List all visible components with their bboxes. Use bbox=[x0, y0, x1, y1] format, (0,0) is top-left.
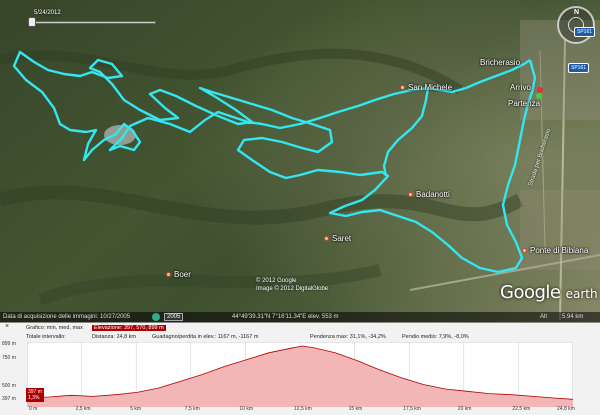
imagery-year-button[interactable]: 2005 bbox=[164, 313, 184, 321]
eye-altitude: 5.94 km bbox=[562, 314, 584, 320]
place-dot-icon bbox=[408, 192, 413, 197]
place-marker[interactable]: Badanotti bbox=[408, 190, 450, 199]
y-tick-label: 899 m bbox=[2, 341, 16, 347]
place-marker[interactable]: Saret bbox=[324, 234, 351, 243]
elevation-chart[interactable] bbox=[27, 342, 573, 407]
place-label: Badanotti bbox=[416, 190, 450, 199]
status-bar: Data di acquisizione delle immagini: 10/… bbox=[0, 312, 600, 322]
place-label: Bricherasio bbox=[480, 58, 521, 67]
historical-imagery-icon[interactable] bbox=[152, 313, 160, 321]
gain-loss-stat: Guadagno/perdita in elev.: 1167 m, -1167… bbox=[152, 334, 259, 340]
logo-google: Google bbox=[500, 282, 561, 303]
place-marker[interactable]: Arrivo bbox=[510, 83, 531, 92]
road-shield: SP161 bbox=[568, 63, 590, 73]
x-tick-label: 5 km bbox=[130, 406, 142, 412]
place-label: Saret bbox=[332, 234, 352, 243]
range-stats-row: Totale intervallo: Distanza: 24,8 km Gua… bbox=[0, 333, 600, 341]
logo-earth: earth bbox=[565, 287, 598, 301]
y-tick-label: 500 m bbox=[2, 383, 16, 389]
x-tick-label: 15 km bbox=[348, 406, 363, 412]
cursor-readout: 397 m 1,3% bbox=[26, 388, 44, 402]
time-slider-date: 5/24/2012 bbox=[34, 10, 61, 16]
cursor-coordinates: 44°49'39.31"N 7°16'11.34"E elev. 553 m bbox=[232, 314, 339, 320]
imagery-date: Data di acquisizione delle immagini: 10/… bbox=[3, 314, 131, 320]
y-tick-label: 750 m bbox=[2, 355, 16, 361]
distance-stat: Distanza: 24,8 km bbox=[92, 334, 137, 340]
place-dot-icon bbox=[324, 236, 329, 241]
place-marker[interactable]: Partenza bbox=[508, 99, 540, 108]
cursor-slope: 1,3% bbox=[28, 395, 40, 401]
place-marker[interactable]: San Michele bbox=[400, 83, 452, 92]
copyright-line: Image © 2012 DigitalGlobe bbox=[256, 286, 329, 292]
north-icon[interactable]: N bbox=[574, 9, 579, 16]
compass-control[interactable]: N bbox=[557, 6, 595, 44]
time-slider-thumb[interactable] bbox=[28, 17, 36, 27]
x-tick-label: 17,5 km bbox=[403, 406, 421, 412]
place-label: Ponte di Bibiana bbox=[530, 246, 589, 255]
x-tick-label: 7,5 km bbox=[184, 406, 200, 412]
place-marker[interactable]: Bricherasio bbox=[480, 58, 520, 67]
google-earth-logo: Google earth bbox=[500, 282, 598, 303]
end-marker-icon[interactable] bbox=[537, 87, 543, 93]
graph-mode-label: Grafico: min, med, max bbox=[26, 325, 83, 331]
total-interval-label: Totale intervallo: bbox=[26, 334, 66, 340]
x-tick-label: 24,8 km bbox=[557, 406, 575, 412]
alt-label: Alt bbox=[540, 314, 548, 320]
place-label: Arrivo bbox=[510, 83, 531, 92]
map-view[interactable]: 5/24/2012 N SP161 SP161 Bricherasio Arri… bbox=[0, 0, 600, 322]
place-label: Partenza bbox=[508, 99, 541, 108]
x-tick-label: 0 m bbox=[29, 406, 38, 412]
place-dot-icon bbox=[400, 85, 405, 90]
place-dot-icon bbox=[522, 248, 527, 253]
place-label: Boer bbox=[174, 270, 191, 279]
place-label: San Michele bbox=[408, 83, 453, 92]
time-slider-track[interactable] bbox=[32, 21, 156, 24]
x-tick-label: 20 km bbox=[457, 406, 472, 412]
copyright: © 2012 Google Image © 2012 DigitalGlobe bbox=[256, 277, 328, 293]
place-dot-icon bbox=[166, 272, 171, 277]
time-slider[interactable]: 5/24/2012 bbox=[22, 10, 158, 27]
gps-track[interactable] bbox=[0, 0, 600, 322]
place-marker[interactable]: Ponte di Bibiana bbox=[522, 246, 588, 255]
slope-avg-stat: Pendio medio: 7,9%, -8,0% bbox=[402, 334, 469, 340]
slope-max-stat: Pendenza max: 31,1%, -34,2% bbox=[310, 334, 386, 340]
x-tick-label: 22,5 km bbox=[512, 406, 531, 412]
x-tick-label: 2,5 km bbox=[75, 406, 91, 412]
y-tick-label: 397 m bbox=[2, 396, 16, 402]
x-tick-label: 10 km bbox=[239, 406, 254, 412]
elevation-stats-row: Grafico: min, med, max Elevazione: 397, … bbox=[0, 324, 600, 332]
track-line bbox=[12, 50, 537, 274]
road-shield: SP161 bbox=[574, 27, 596, 37]
x-tick-label: 12,5 km bbox=[294, 406, 312, 412]
copyright-line: © 2012 Google bbox=[256, 278, 297, 284]
place-marker[interactable]: Boer bbox=[166, 270, 191, 279]
elevation-summary[interactable]: Elevazione: 397, 570, 899 m bbox=[92, 325, 166, 331]
